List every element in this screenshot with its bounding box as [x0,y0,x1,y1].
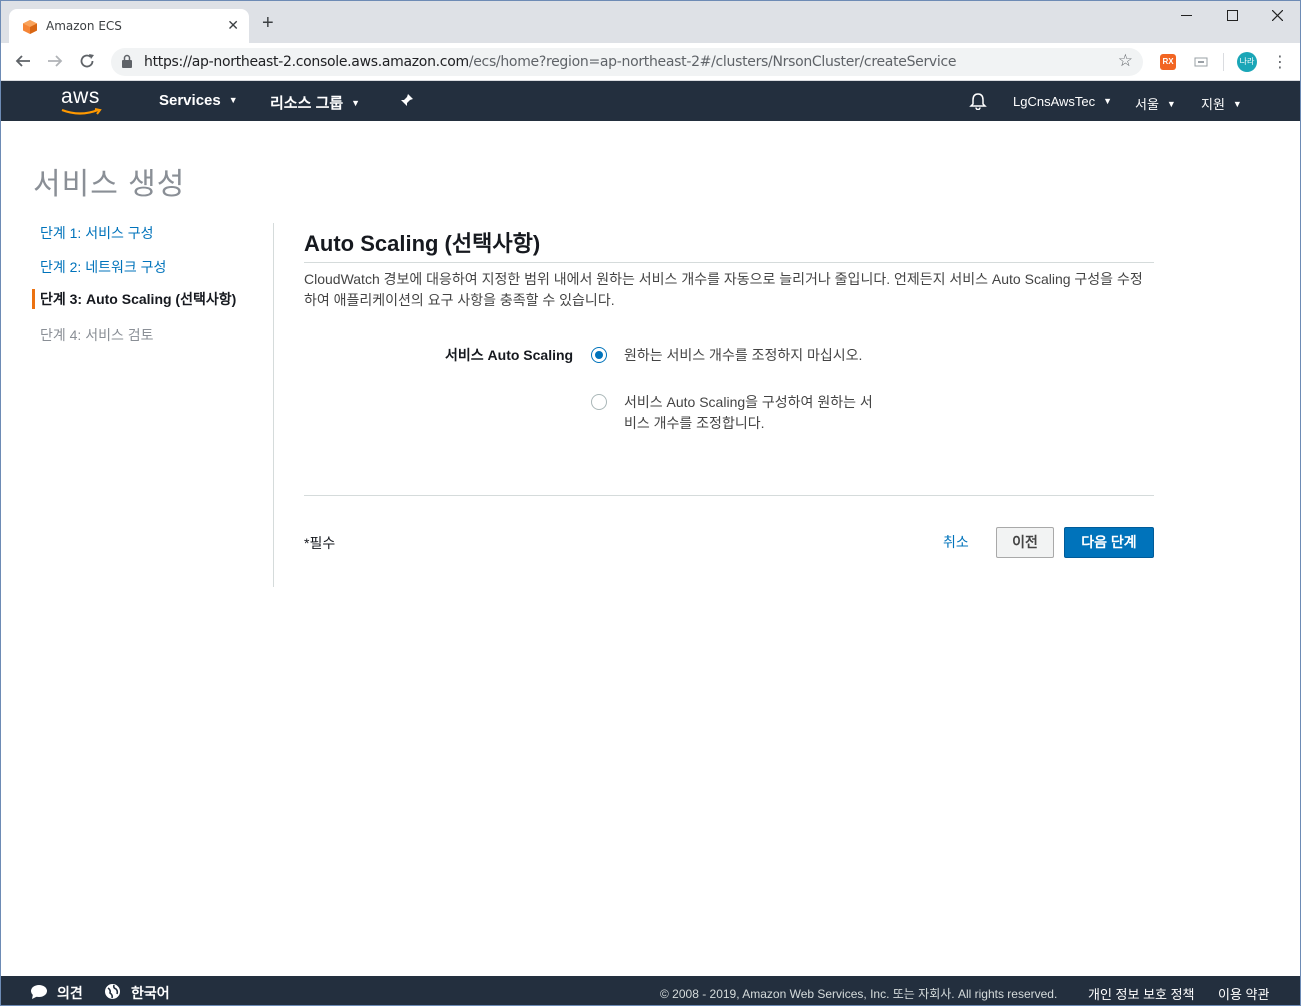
language-selector[interactable]: 한국어 [131,983,170,1003]
extension-cast-icon[interactable] [1193,54,1209,70]
account-label: LgCnsAwsTec [1013,94,1096,109]
step-2-link[interactable]: 단계 2: 네트워크 구성 [32,257,166,277]
services-menu[interactable]: Services ▼ [159,92,238,109]
browser-window: Amazon ECS ✕ + https://ap-northeast-2.co… [0,0,1301,1006]
maximize-icon[interactable] [1227,10,1238,21]
resource-groups-label: 리소스 그룹 [270,95,344,112]
chevron-down-icon: ▼ [351,98,361,108]
feedback-speech-bubble-icon [31,985,47,999]
support-menu[interactable]: 지원 ▼ [1201,94,1242,113]
pin-icon[interactable] [400,93,414,107]
new-tab-button[interactable]: + [262,13,274,33]
radio-option-label: 서비스 Auto Scaling을 구성하여 원하는 서비스 개수를 조정합니다… [624,394,873,431]
region-menu[interactable]: 서울 ▼ [1135,94,1176,113]
url-text: https://ap-northeast-2.console.aws.amazo… [144,54,957,70]
url-host: https://ap-northeast-2.console.aws.amazo… [144,54,469,70]
address-bar[interactable]: https://ap-northeast-2.console.aws.amazo… [111,48,1143,76]
footer-divider [304,495,1154,496]
chevron-down-icon: ▼ [1103,96,1113,106]
cancel-link[interactable]: 취소 [943,532,969,552]
page-title: 서비스 생성 [33,168,186,201]
chevron-down-icon: ▼ [1166,99,1176,109]
tab-bar: Amazon ECS ✕ + [1,1,1300,43]
resource-groups-menu[interactable]: 리소스 그룹 ▼ [270,92,360,113]
aws-smile-icon [61,108,102,115]
next-step-button[interactable]: 다음 단계 [1064,527,1154,558]
close-window-icon[interactable] [1272,10,1283,21]
wizard-steps: 단계 1: 서비스 구성 단계 2: 네트워크 구성 단계 3: Auto Sc… [32,223,274,587]
required-note: *필수 [304,535,336,551]
terms-link[interactable]: 이용 약관 [1218,984,1269,1003]
radio-button-selected[interactable] [591,347,607,363]
notifications-bell-icon[interactable] [969,92,987,110]
aws-top-nav: aws Services ▼ 리소스 그룹 ▼ LgCnsAwsTec ▼ 서울 ▼ 지… [1,81,1300,121]
chevron-down-icon: ▼ [1232,99,1242,109]
lock-icon [122,54,132,68]
reload-icon[interactable] [79,53,95,69]
browser-menu-icon[interactable]: ⋮ [1272,52,1288,72]
previous-button[interactable]: 이전 [996,527,1054,558]
account-menu[interactable]: LgCnsAwsTec ▼ [1013,94,1112,109]
feedback-link[interactable]: 의견 [57,983,83,1003]
radio-button[interactable] [591,394,607,410]
toolbar-divider [1223,53,1224,71]
tab-close-icon[interactable]: ✕ [227,17,239,34]
extension-rx-icon[interactable]: RX [1160,54,1176,70]
section-description: CloudWatch 경보에 대응하여 지정한 범위 내에서 원하는 서비스 개… [304,271,1143,308]
ecs-favicon-icon [23,20,37,34]
radio-option-label: 원하는 서비스 개수를 조정하지 마십시오. [624,347,863,363]
profile-avatar[interactable]: 나라 [1237,52,1257,72]
bookmark-star-icon[interactable]: ☆ [1118,51,1133,71]
aws-logo[interactable]: aws [61,85,102,115]
step-4-disabled: 단계 4: 서비스 검토 [40,327,154,343]
browser-tab[interactable]: Amazon ECS ✕ [9,9,249,43]
browser-toolbar: https://ap-northeast-2.console.aws.amazo… [1,43,1300,81]
step-3-current: 단계 3: Auto Scaling (선택사항) [32,289,236,309]
tab-title: Amazon ECS [46,19,122,33]
section-title: Auto Scaling (선택사항) [304,231,541,256]
minimize-icon[interactable] [1181,15,1192,17]
privacy-policy-link[interactable]: 개인 정보 보호 정책 [1088,984,1195,1003]
url-path: /ecs/home?region=ap-northeast-2#/cluster… [468,54,957,70]
back-arrow-icon[interactable] [15,53,31,69]
services-label: Services [159,92,221,109]
copyright-text: © 2008 - 2019, Amazon Web Services, Inc.… [660,987,1058,1001]
console-footer: 의견 한국어 © 2008 - 2019, Amazon Web Service… [1,976,1300,1005]
globe-icon [105,984,120,999]
chevron-down-icon: ▼ [228,95,238,105]
section-divider [304,262,1154,263]
support-label: 지원 [1201,97,1225,112]
region-label: 서울 [1135,97,1159,112]
auto-scaling-field-label: 서비스 Auto Scaling [445,347,574,363]
aws-logo-text: aws [61,85,100,108]
forward-arrow-icon[interactable] [47,53,63,69]
step-1-link[interactable]: 단계 1: 서비스 구성 [32,223,154,243]
